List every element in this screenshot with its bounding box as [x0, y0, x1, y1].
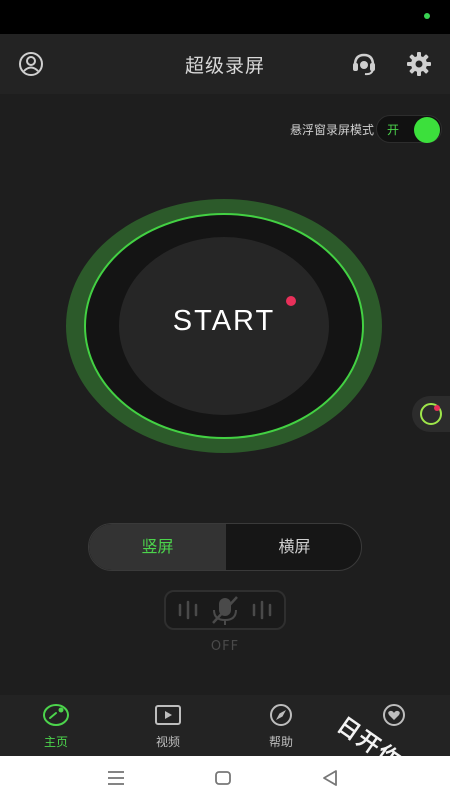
menu-nav-button[interactable]: [104, 766, 128, 790]
heart-icon: [383, 704, 405, 726]
app-header: 超级录屏: [0, 34, 450, 94]
play-icon: [155, 705, 181, 725]
home-nav-button[interactable]: [211, 766, 235, 790]
tab-videos[interactable]: 视频: [112, 695, 224, 756]
orientation-switch: 竖屏 横屏: [88, 523, 362, 571]
portrait-option[interactable]: 竖屏: [89, 524, 226, 570]
back-triangle-icon: [323, 770, 337, 786]
tab-home-label: 主页: [43, 735, 68, 749]
support-button[interactable]: [350, 50, 378, 78]
floating-ball-dot: [434, 405, 440, 411]
compass-icon: [270, 704, 292, 726]
floating-mode-row: 悬浮窗录屏模式 开: [290, 114, 442, 144]
floating-mode-label: 悬浮窗录屏模式: [289, 122, 374, 137]
record-icon: [43, 704, 69, 726]
tab-videos-label: 视频: [155, 735, 180, 749]
mic-toggle-button[interactable]: [164, 590, 286, 630]
notification-dot: [424, 13, 430, 19]
back-nav-button[interactable]: [318, 766, 342, 790]
system-navigation-bar: [0, 756, 450, 800]
start-label: START: [172, 305, 276, 337]
headset-icon: [353, 53, 375, 76]
record-indicator-dot: [286, 296, 296, 306]
tab-help-label: 帮助: [268, 735, 293, 749]
toggle-on-text: 开: [387, 123, 400, 137]
home-square-icon: [215, 771, 231, 785]
status-bar: [0, 0, 450, 34]
mic-status-label: OFF: [210, 639, 240, 654]
floating-ball-button[interactable]: [412, 396, 450, 432]
page-title: 超级录屏: [184, 55, 265, 77]
floating-mode-toggle[interactable]: 开: [376, 115, 442, 143]
toggle-knob: [414, 117, 440, 143]
tab-home[interactable]: 主页: [0, 695, 112, 756]
mic-muted-icon: [178, 596, 272, 625]
landscape-option[interactable]: 横屏: [226, 524, 361, 570]
tab-help[interactable]: 帮助: [225, 695, 337, 756]
settings-button[interactable]: [405, 50, 433, 78]
menu-icon: [108, 771, 124, 785]
gear-icon: [407, 52, 431, 76]
